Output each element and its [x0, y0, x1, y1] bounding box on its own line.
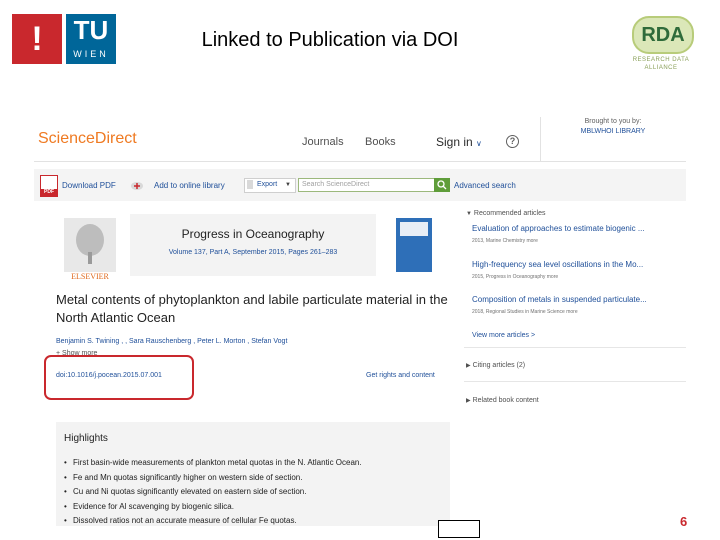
highlight-item: Evidence for Al scavenging by biogenic s…: [64, 500, 444, 515]
brought-by-label: Brought to you by:: [584, 118, 642, 125]
nav-sign-in[interactable]: Sign in ∨: [436, 135, 482, 151]
rights-link[interactable]: Get rights and content: [366, 371, 435, 381]
recommended-article-1[interactable]: Evaluation of approaches to estimate bio…: [472, 223, 645, 234]
highlight-item: First basin-wide measurements of plankto…: [64, 456, 444, 471]
recommended-heading[interactable]: ▼ Recommended articles: [466, 209, 546, 219]
caret-down-icon: ▼: [285, 182, 291, 188]
sciencedirect-screenshot: ScienceDirect Journals Books Sign in ∨ ?…: [34, 117, 686, 528]
help-icon[interactable]: ?: [506, 135, 519, 148]
author-list[interactable]: Benjamin S. Twining , , Sara Rauschenber…: [56, 337, 456, 347]
related-book-label: Related book content: [472, 397, 539, 404]
article-toolbar: PDF Download PDF Add to online library E…: [34, 169, 686, 201]
search-button[interactable]: [434, 178, 450, 192]
recommended-meta-3: 2018, Regional Studies in Marine Science…: [472, 309, 578, 315]
sciencedirect-logo[interactable]: ScienceDirect: [38, 129, 137, 149]
journal-title[interactable]: Progress in Oceanography: [130, 226, 376, 242]
rda-logo-text: RDA: [641, 24, 685, 46]
caret-down-icon: ▼: [466, 211, 472, 217]
institution-name[interactable]: MBLWHOI LIBRARY: [541, 127, 685, 137]
institution-panel: Brought to you by: MBLWHOI LIBRARY: [540, 117, 686, 161]
download-pdf-link[interactable]: Download PDF: [62, 181, 116, 191]
nav-journals[interactable]: Journals: [302, 135, 344, 149]
recommended-label: Recommended articles: [473, 210, 546, 217]
highlights-heading: Highlights: [64, 433, 108, 444]
journal-banner: Progress in Oceanography Volume 137, Par…: [130, 214, 376, 276]
slide-page-number: 6: [680, 514, 688, 529]
recommended-article-3[interactable]: Composition of metals in suspended parti…: [472, 294, 647, 305]
chevron-down-icon: ∨: [476, 139, 482, 148]
rda-logo: RDA RESEARCH DATA ALLIANCE: [616, 12, 706, 71]
export-button[interactable]: Export ▼: [244, 178, 296, 193]
journal-volume[interactable]: Volume 137, Part A, September 2015, Page…: [130, 248, 376, 258]
add-to-library-link[interactable]: Add to online library: [154, 181, 225, 191]
sidebar-divider: [464, 347, 686, 348]
elsevier-tree-logo: [64, 218, 116, 272]
doi-highlight-frame: [44, 355, 194, 400]
highlight-item: Dissolved ratios not an accurate measure…: [64, 514, 444, 528]
recommended-sidebar: ▼ Recommended articles Evaluation of app…: [464, 201, 686, 528]
cloud-add-icon[interactable]: [130, 179, 144, 191]
journal-cover-image[interactable]: [396, 218, 432, 272]
citing-articles-label: Citing articles (2): [472, 362, 526, 369]
footer-box: [438, 520, 480, 538]
publisher-name: ELSEVIER: [71, 272, 109, 281]
nav-books[interactable]: Books: [365, 135, 396, 149]
highlights-box: Highlights First basin-wide measurements…: [56, 422, 450, 526]
recommended-meta-1: 2013, Marine Chemistry more: [472, 238, 538, 244]
export-label: Export: [257, 181, 278, 188]
sd-header: ScienceDirect Journals Books Sign in ∨ ?…: [34, 117, 686, 162]
advanced-search-link[interactable]: Advanced search: [454, 181, 516, 191]
article-title: Metal contents of phytoplankton and labi…: [56, 292, 448, 325]
recommended-meta-2: 2015, Progress in Oceanography more: [472, 274, 559, 280]
sidebar-divider: [464, 381, 686, 382]
highlight-item: Fe and Mn quotas significantly higher on…: [64, 471, 444, 486]
export-icon: [247, 180, 253, 189]
view-more-articles-link[interactable]: View more articles >: [472, 331, 535, 341]
slide-title: Linked to Publication via DOI: [201, 29, 459, 51]
sign-in-label: Sign in: [436, 135, 473, 149]
pdf-icon[interactable]: PDF: [40, 175, 58, 197]
rda-logo-subtitle: RESEARCH DATA ALLIANCE: [632, 57, 690, 71]
recommended-article-2[interactable]: High-frequency sea level oscillations in…: [472, 259, 643, 270]
related-book-toggle[interactable]: ▶ Related book content: [466, 396, 539, 406]
search-icon: [437, 180, 447, 190]
caret-right-icon: ▶: [466, 363, 471, 369]
caret-right-icon: ▶: [466, 398, 471, 404]
citing-articles-toggle[interactable]: ▶ Citing articles (2): [466, 361, 525, 371]
highlight-item: Cu and Ni quotas significantly elevated …: [64, 485, 444, 500]
search-input[interactable]: Search ScienceDirect: [298, 178, 437, 192]
highlights-list: First basin-wide measurements of plankto…: [64, 456, 444, 528]
